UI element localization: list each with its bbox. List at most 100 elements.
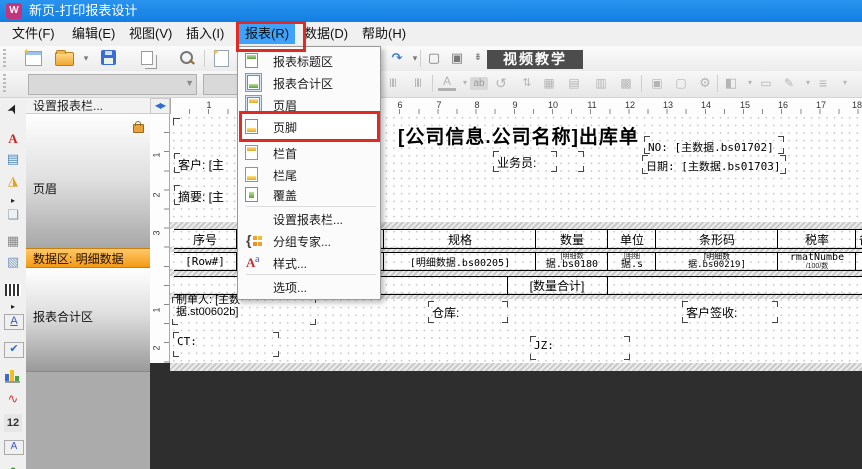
ellipse-tool-icon[interactable]: ● — [4, 461, 22, 469]
menu-edit[interactable]: 编辑(E) — [66, 24, 121, 44]
rotate-icon[interactable]: ↺ — [492, 74, 510, 92]
menu-file[interactable]: 文件(F) — [6, 24, 61, 44]
curve-chart-tool-icon[interactable]: ∿ — [4, 390, 22, 408]
gear-icon[interactable]: ⚙ — [696, 74, 714, 92]
save-icon[interactable] — [101, 50, 116, 65]
band-page-header[interactable]: 页眉 — [26, 114, 150, 265]
menu-help[interactable]: 帮助(H) — [356, 24, 412, 44]
header-cell-seq[interactable]: 序号 — [174, 230, 236, 248]
add-page-icon[interactable]: ✦ — [214, 50, 229, 67]
line-style-icon[interactable]: ≡ — [814, 74, 832, 92]
print-preview-icon[interactable] — [180, 51, 193, 64]
barcode-tool-icon[interactable] — [5, 284, 21, 296]
border-grid-icon-4[interactable]: ▩ — [617, 74, 635, 92]
cell-unit[interactable]: [明细 据.s — [607, 253, 656, 270]
font-color-icon[interactable]: A — [438, 74, 456, 91]
fill-bucket-icon[interactable]: ◧ — [722, 74, 740, 92]
char-spacing-icon[interactable]: ǁǁ — [383, 74, 401, 92]
menu-view[interactable]: 视图(V) — [123, 24, 178, 44]
ab-format-icon[interactable]: ab — [470, 77, 488, 90]
border-grid-icon-3[interactable]: ▥ — [592, 74, 610, 92]
table-tool-icon[interactable]: ▦ — [4, 232, 22, 250]
menu-data[interactable]: 数据(D) — [298, 24, 354, 44]
open-folder-icon[interactable] — [55, 52, 74, 66]
menu-item-column-head[interactable]: 栏首 — [239, 143, 379, 165]
rectangle-icon[interactable]: ▭ — [757, 74, 775, 92]
no-field[interactable]: NO: [主数据.bs01702] — [644, 136, 784, 154]
menu-item-options[interactable]: 选项... — [239, 277, 379, 299]
page-number-tool-icon[interactable]: 12 — [4, 414, 22, 432]
cell-note[interactable]: [明细 据.bs0 — [855, 253, 862, 270]
clerk-box-right-corner[interactable] — [568, 151, 584, 172]
toolbar-grip[interactable] — [3, 49, 6, 68]
image-tool-icon[interactable]: ▤ — [4, 150, 22, 168]
toolbar-grip[interactable] — [3, 74, 6, 94]
customer-sign-field[interactable]: 客户签收: — [682, 301, 778, 323]
bar-chart-tool-icon[interactable] — [5, 368, 20, 383]
band-separator[interactable] — [170, 363, 862, 371]
empty-field-corner[interactable] — [173, 118, 217, 142]
brush-icon[interactable]: ✎ — [780, 74, 798, 92]
select-all-icon[interactable]: ▣ — [447, 48, 467, 68]
jz-field[interactable]: JZ: — [530, 336, 630, 360]
video-tutorial-badge[interactable]: 视频教学 — [487, 50, 583, 69]
menu-insert[interactable]: 插入(I) — [180, 24, 230, 44]
header-cell-tax[interactable]: 税率 — [777, 230, 856, 248]
richtext-tool-icon[interactable]: A — [4, 314, 24, 330]
maker-field[interactable]: 制单人: [主数 据.st00602b] — [172, 297, 316, 325]
menu-item-group-expert[interactable]: 分组专家... — [239, 231, 379, 253]
warehouse-field[interactable]: 仓库: — [428, 301, 508, 323]
cell-qty[interactable]: [明细数 据.bs0180 — [535, 253, 608, 270]
menu-item-page-header[interactable]: 页眉 — [239, 95, 379, 117]
report-title-field[interactable]: [公司信息.公司名称]出库单 — [398, 122, 639, 149]
line-style-dropdown-icon[interactable]: ▾ — [836, 74, 854, 92]
label-tool-icon[interactable]: A — [4, 440, 24, 455]
menu-item-page-footer[interactable]: 页脚 — [239, 117, 379, 139]
date-field[interactable]: 日期: [主数据.bs01703] — [642, 155, 786, 174]
header-cell-barcode[interactable]: 条形码 — [655, 230, 778, 248]
menu-item-overlay[interactable]: 覆盖 — [239, 185, 379, 207]
title-bar[interactable]: W 新页-打印报表设计 — [0, 0, 862, 22]
cell-rownum[interactable]: [Row#] — [174, 253, 236, 270]
subreport-tool-icon[interactable]: ▧ — [4, 253, 22, 271]
border-grid-icon-2[interactable]: ▤ — [565, 74, 583, 92]
menu-item-report-title-band[interactable]: 报表标题区 — [239, 51, 379, 73]
header-cell-unit[interactable]: 单位 — [607, 230, 656, 248]
border-grid-icon-5[interactable]: ▣ — [648, 74, 666, 92]
cell-qty-total[interactable]: [数量合计] — [507, 277, 607, 294]
checkbox-tool-icon[interactable]: ✔ — [4, 342, 24, 358]
border-grid-icon-1[interactable]: ▦ — [540, 74, 558, 92]
clerk-field[interactable]: 业务员: — [493, 151, 557, 172]
band-panel-header[interactable]: 设置报表栏... — [26, 98, 150, 114]
copy-icon[interactable] — [141, 51, 153, 65]
cell-barcode[interactable]: [明细数 据.bs00219] — [655, 253, 778, 270]
redo-icon[interactable]: ↷ — [387, 48, 407, 68]
font-name-combo[interactable]: ▼ — [28, 74, 197, 95]
row-height-icon[interactable]: ⇅ — [518, 74, 536, 92]
header-cell-spec[interactable]: 规格 — [383, 230, 536, 248]
new-report-icon[interactable] — [25, 51, 42, 66]
menu-item-style[interactable]: 样式... — [239, 253, 379, 275]
menu-item-set-report-bands[interactable]: 设置报表栏... — [239, 209, 379, 231]
open-dropdown-icon[interactable]: ▾ — [76, 48, 96, 68]
cell-tax[interactable]: rmatNumbe /100/数 — [777, 253, 856, 270]
layers-tool-icon[interactable]: ❏ — [4, 206, 22, 224]
char-spacing-wide-icon[interactable]: ǁǁ — [408, 74, 426, 92]
header-cell-qty[interactable]: 数量 — [535, 230, 608, 248]
band-detail-data[interactable]: 数据区: 明细数据 — [26, 248, 150, 268]
border-grid-icon-6[interactable]: ▢ — [672, 74, 690, 92]
text-tool-icon[interactable]: A — [4, 130, 22, 148]
collapse-toolbar-icon[interactable]: ⇟ — [468, 48, 488, 68]
header-cell-note[interactable]: 备注 — [855, 230, 862, 248]
band-report-footer[interactable]: 报表合计区 — [26, 268, 150, 372]
select-group-icon[interactable]: ▢ — [424, 48, 444, 68]
menu-report[interactable]: 报表(R) — [239, 24, 295, 44]
ruler-splitter-button[interactable]: ◀▶ — [150, 98, 170, 114]
redo-dropdown-icon[interactable]: ▾ — [405, 48, 425, 68]
pointer-tool-icon[interactable]: ➤ — [1, 97, 25, 121]
menu-item-column-foot[interactable]: 栏尾 — [239, 165, 379, 187]
menu-item-report-total-band[interactable]: 报表合计区 — [239, 73, 379, 95]
cell-spec[interactable]: [明细数据.bs00205] — [383, 253, 536, 270]
shape-tool-icon[interactable]: ◮ — [4, 172, 22, 190]
ct-field[interactable]: CT: — [173, 332, 279, 357]
